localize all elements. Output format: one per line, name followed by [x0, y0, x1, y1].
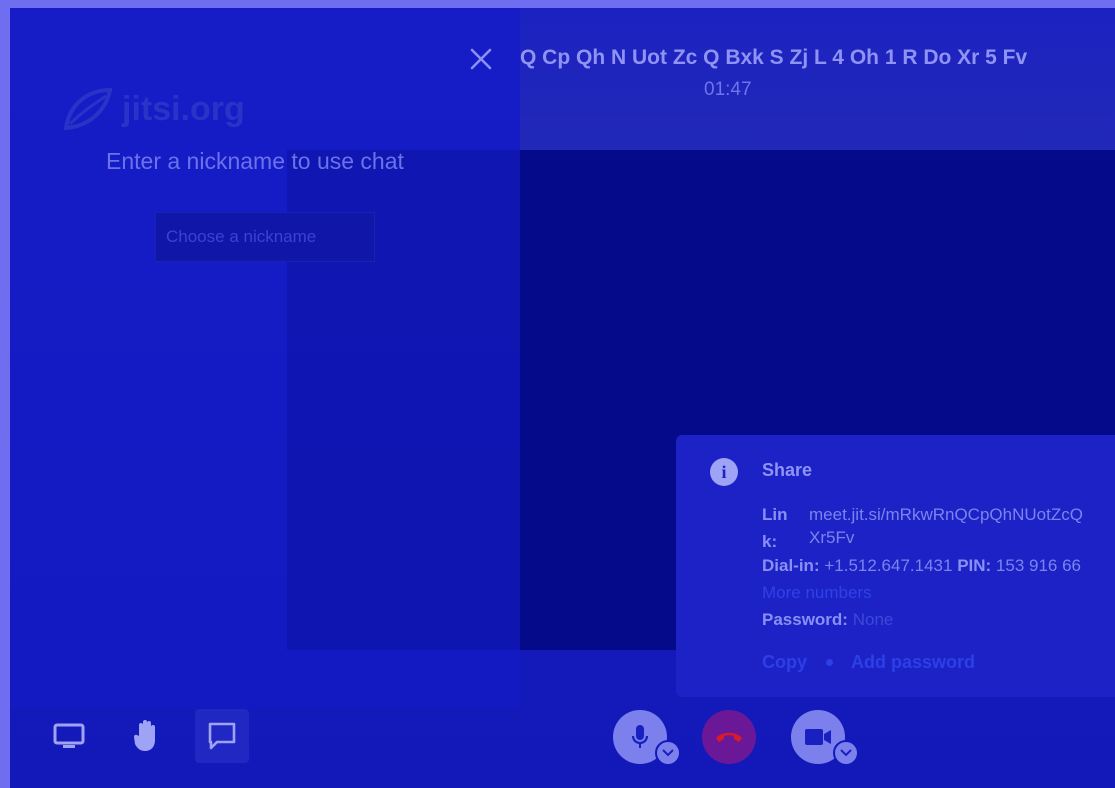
more-numbers-link[interactable]: More numbers: [762, 583, 872, 603]
hangup-button[interactable]: [702, 710, 756, 764]
room-name: Q Cp Qh N Uot Zc Q Bxk S Zj L 4 Oh 1 R D…: [520, 46, 1028, 69]
link-label: Lin k:: [762, 505, 788, 551]
header-bar: [520, 8, 1115, 150]
password-value: None: [852, 610, 894, 629]
camera-icon: [805, 729, 831, 745]
camera-options-button[interactable]: [833, 740, 859, 766]
microphone-icon: [631, 725, 649, 748]
raise-hand-button[interactable]: [127, 716, 167, 756]
pin-label: PIN:: [957, 556, 992, 575]
chat-nickname-prompt: Enter a nickname to use chat: [106, 148, 404, 174]
chat-icon: [208, 722, 236, 750]
add-password-button[interactable]: Add password: [851, 652, 975, 673]
chevron-down-icon: [840, 749, 852, 757]
window-frame-top: [0, 0, 1115, 8]
chat-toggle-button[interactable]: [195, 709, 249, 763]
window-frame-left: [0, 0, 10, 788]
meeting-link[interactable]: meet.jit.si/mRkwRnQCpQhNUotZcQ: [809, 501, 1083, 528]
copy-link-button[interactable]: Copy: [762, 652, 807, 673]
separator-dot: [826, 659, 833, 666]
dialin-line: Dial-in: +1.512.647.1431 PIN: 153 916 66: [762, 556, 1081, 576]
hangup-icon: [716, 732, 742, 742]
screen-share-icon: [53, 723, 85, 748]
share-title: Share: [762, 460, 813, 480]
jitsi-logo: jitsi.org: [60, 82, 245, 136]
nickname-input[interactable]: [155, 212, 375, 262]
raise-hand-icon: [133, 720, 155, 751]
microphone-options-button[interactable]: [655, 740, 681, 766]
meeting-link-continued[interactable]: Xr5Fv: [809, 528, 854, 548]
info-icon: i: [710, 458, 738, 486]
close-chat-button[interactable]: [468, 46, 494, 72]
chevron-down-icon: [662, 749, 674, 757]
password-line: Password: None: [762, 610, 893, 630]
jitsi-leaf-icon: [63, 87, 113, 131]
pin-value: 153 916 66: [995, 556, 1082, 575]
close-icon: [470, 48, 492, 70]
password-label: Password:: [762, 610, 848, 629]
dialin-number: +1.512.647.1431: [824, 556, 953, 575]
screen-share-button[interactable]: [49, 716, 89, 756]
dialin-label: Dial-in:: [762, 556, 820, 575]
logo-text: jitsi.org: [122, 89, 245, 128]
call-timer: 01:47: [704, 79, 752, 100]
